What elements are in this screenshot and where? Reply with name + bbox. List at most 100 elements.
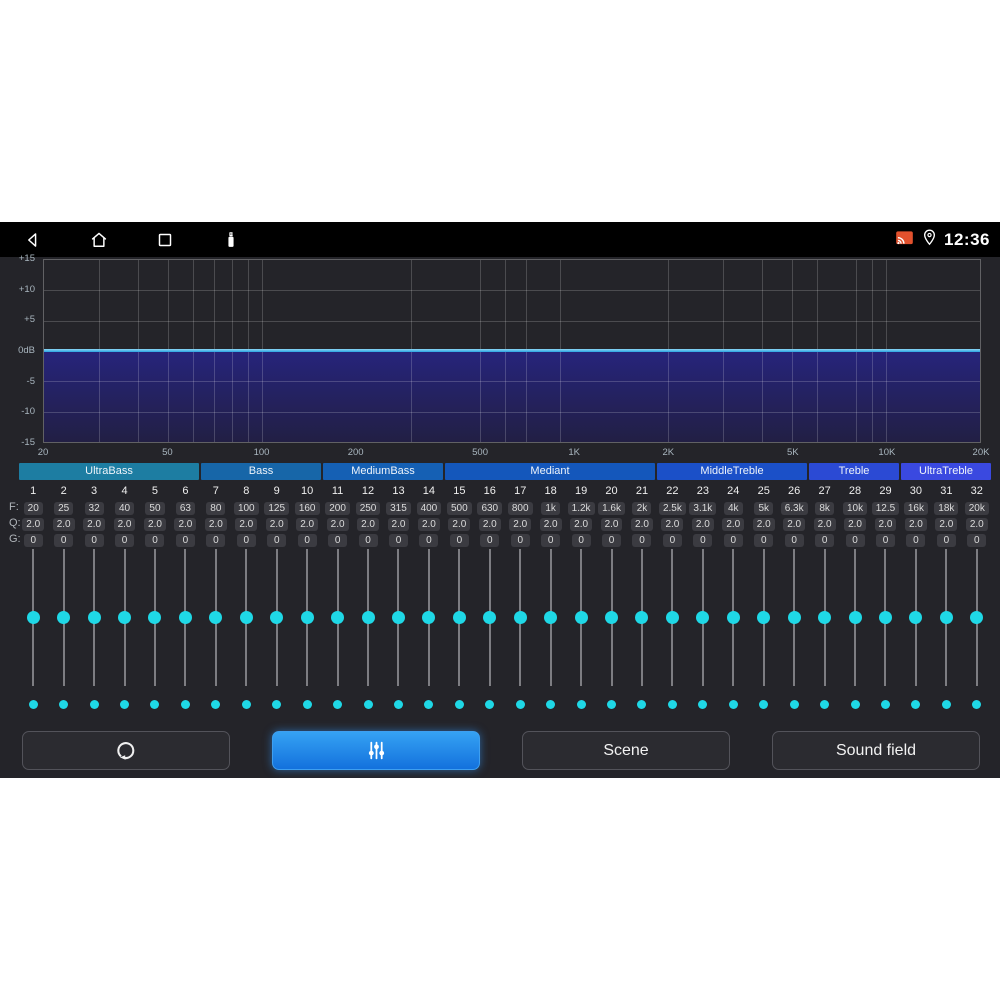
band-q-value: 2.0 [935, 517, 958, 531]
band-cell: 2.0 [414, 516, 444, 532]
slider-dot[interactable] [28, 700, 38, 709]
slider-knob[interactable] [665, 611, 679, 624]
slider-dot[interactable] [972, 700, 982, 709]
reset-button[interactable] [22, 731, 230, 770]
band-cell: 0 [262, 532, 292, 548]
slider-knob[interactable] [970, 611, 984, 624]
slider-knob[interactable] [787, 611, 801, 624]
slider-knob[interactable] [300, 611, 314, 624]
slider-knob[interactable] [605, 611, 619, 624]
slider-dot[interactable] [667, 700, 677, 709]
slider-dot[interactable] [302, 700, 312, 709]
band-gain-value: 0 [541, 533, 561, 547]
slider-dot[interactable] [59, 700, 69, 709]
slider-dot[interactable] [759, 700, 769, 709]
slider-knob[interactable] [726, 611, 740, 624]
slider-knob[interactable] [513, 611, 527, 624]
band-cell: 2.0 [170, 516, 200, 532]
band-cell: 2.0 [962, 516, 992, 532]
band-gain-value: 0 [662, 533, 682, 547]
band-cell: 2.0 [18, 516, 48, 532]
slider-knob[interactable] [209, 611, 223, 624]
slider-dot[interactable] [211, 700, 221, 709]
band-gain-value: 0 [328, 533, 348, 547]
nav-icons [0, 222, 264, 257]
band-cell: 125 [262, 500, 292, 516]
slider-dot[interactable] [789, 700, 799, 709]
slider-knob[interactable] [87, 611, 101, 624]
slider-dot[interactable] [546, 700, 556, 709]
band-cell: 0 [79, 532, 109, 548]
slider-dot[interactable] [393, 700, 403, 709]
slider-knob[interactable] [848, 611, 862, 624]
head-unit-screen: 12:36 +15 +10 +5 0dB -5 -10 -15 20 50 100 200 500 1… [0, 222, 1000, 778]
band-q-value: 2.0 [417, 517, 440, 531]
slider-knob[interactable] [818, 611, 832, 624]
slider-dot[interactable] [728, 700, 738, 709]
band-cell: 0 [475, 532, 505, 548]
slider-dot[interactable] [607, 700, 617, 709]
slider-knob[interactable] [331, 611, 345, 624]
slider-dot[interactable] [637, 700, 647, 709]
equalizer-button[interactable] [272, 731, 480, 770]
slider-knob[interactable] [544, 611, 558, 624]
slider-knob[interactable] [878, 611, 892, 624]
slider-dot[interactable] [485, 700, 495, 709]
slider-knob[interactable] [909, 611, 923, 624]
slider-knob[interactable] [57, 611, 71, 624]
scene-button[interactable]: Scene [522, 731, 730, 770]
band-cell: 13 [383, 483, 413, 499]
slider-knob[interactable] [178, 611, 192, 624]
slider-dot[interactable] [850, 700, 860, 709]
x-axis-label: 10K [878, 447, 896, 458]
slider-knob[interactable] [118, 611, 132, 624]
slider-dot[interactable] [89, 700, 99, 709]
slider-dot[interactable] [333, 700, 343, 709]
slider-knob[interactable] [361, 611, 375, 624]
band-frequency-value: 1.6k [598, 501, 625, 515]
band-frequency-value: 10k [842, 501, 868, 515]
band-cells-n: 1 2 3 4 5 6 7 8 9 10 11 12 13 14 15 16 17 18 19 20 21 22 23 24 2… [18, 483, 992, 499]
slider-knob[interactable] [635, 611, 649, 624]
band-cell: 1.2k [566, 500, 596, 516]
slider-dot[interactable] [911, 700, 921, 709]
slider-knob[interactable] [483, 611, 497, 624]
slider-dot[interactable] [241, 700, 251, 709]
recents-button[interactable] [132, 229, 198, 251]
slider-knob[interactable] [452, 611, 466, 624]
sound-field-button[interactable]: Sound field [772, 731, 980, 770]
slider-dot[interactable] [820, 700, 830, 709]
slider-dot[interactable] [424, 700, 434, 709]
slider-knob[interactable] [270, 611, 284, 624]
slider-dot[interactable] [698, 700, 708, 709]
slider-knob[interactable] [757, 611, 771, 624]
slider-dot[interactable] [120, 700, 130, 709]
band-cell: 0 [779, 532, 809, 548]
band-number: 16 [483, 485, 496, 497]
slider-knob[interactable] [939, 611, 953, 624]
slider-dot[interactable] [180, 700, 190, 709]
slider-knob[interactable] [26, 611, 40, 624]
slider-dot[interactable] [150, 700, 160, 709]
slider-knob[interactable] [422, 611, 436, 624]
usb-icon [198, 229, 264, 251]
slider-dot[interactable] [941, 700, 951, 709]
back-button[interactable] [0, 229, 66, 251]
band-cell: 24 [718, 483, 748, 499]
slider-dot[interactable] [576, 700, 586, 709]
slider-dot[interactable] [454, 700, 464, 709]
band-cell: 0 [535, 532, 565, 548]
slider-dot[interactable] [515, 700, 525, 709]
slider-knob[interactable] [696, 611, 710, 624]
slider-dot[interactable] [272, 700, 282, 709]
band-cell: 20k [962, 500, 992, 516]
x-axis-label: 5K [786, 447, 799, 458]
slider-knob[interactable] [239, 611, 253, 624]
slider-dot[interactable] [363, 700, 373, 709]
band-number: 26 [788, 485, 801, 497]
slider-knob[interactable] [391, 611, 405, 624]
slider-knob[interactable] [148, 611, 162, 624]
slider-knob[interactable] [574, 611, 588, 624]
home-button[interactable] [66, 229, 132, 251]
slider-dot[interactable] [880, 700, 890, 709]
